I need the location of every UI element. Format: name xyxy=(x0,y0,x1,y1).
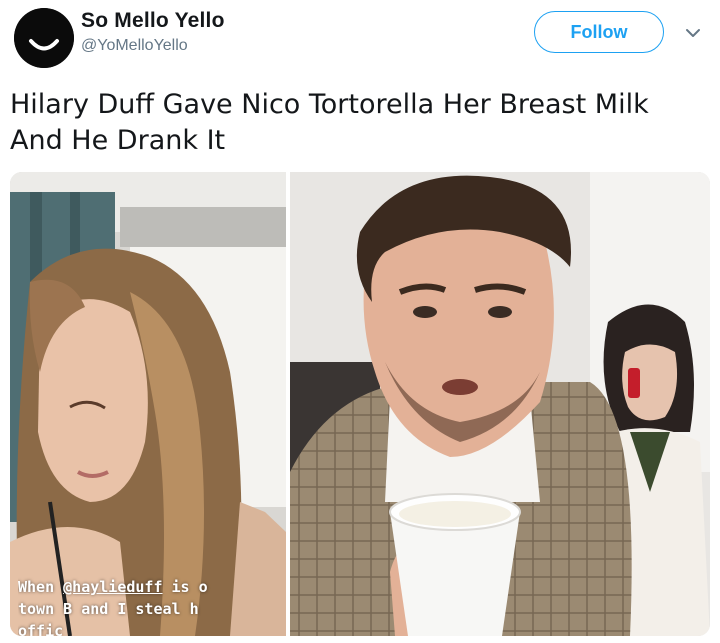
photo-man-with-cup xyxy=(290,172,710,636)
user-handle[interactable]: @YoMelloYello xyxy=(81,37,188,55)
avatar[interactable] xyxy=(14,8,74,68)
story-caption: When @haylieduff is o town B and I steal… xyxy=(18,576,288,636)
caption-mention-link[interactable]: @haylieduff xyxy=(63,578,162,596)
tweet-media[interactable]: When @haylieduff is o town B and I steal… xyxy=(10,172,710,636)
follow-button[interactable]: Follow xyxy=(534,11,664,53)
tweet-text: Hilary Duff Gave Nico Tortorella Her Bre… xyxy=(10,89,649,156)
media-photo-left[interactable] xyxy=(10,172,286,636)
caption-line1-prefix: When xyxy=(18,578,64,596)
photo-woman-blonde xyxy=(10,172,286,636)
media-photo-right[interactable] xyxy=(290,172,710,636)
chevron-down-icon xyxy=(686,29,700,37)
more-options-caret[interactable] xyxy=(684,26,702,40)
display-name[interactable]: So Mello Yello xyxy=(81,9,225,33)
caption-line3: offic xyxy=(18,622,64,636)
tweet-header: So Mello Yello @YoMelloYello Follow xyxy=(0,0,720,78)
smiley-avatar-icon xyxy=(14,8,74,68)
caption-line2: town B and I steal h xyxy=(18,600,199,618)
caption-line1-suffix: is o xyxy=(162,578,208,596)
